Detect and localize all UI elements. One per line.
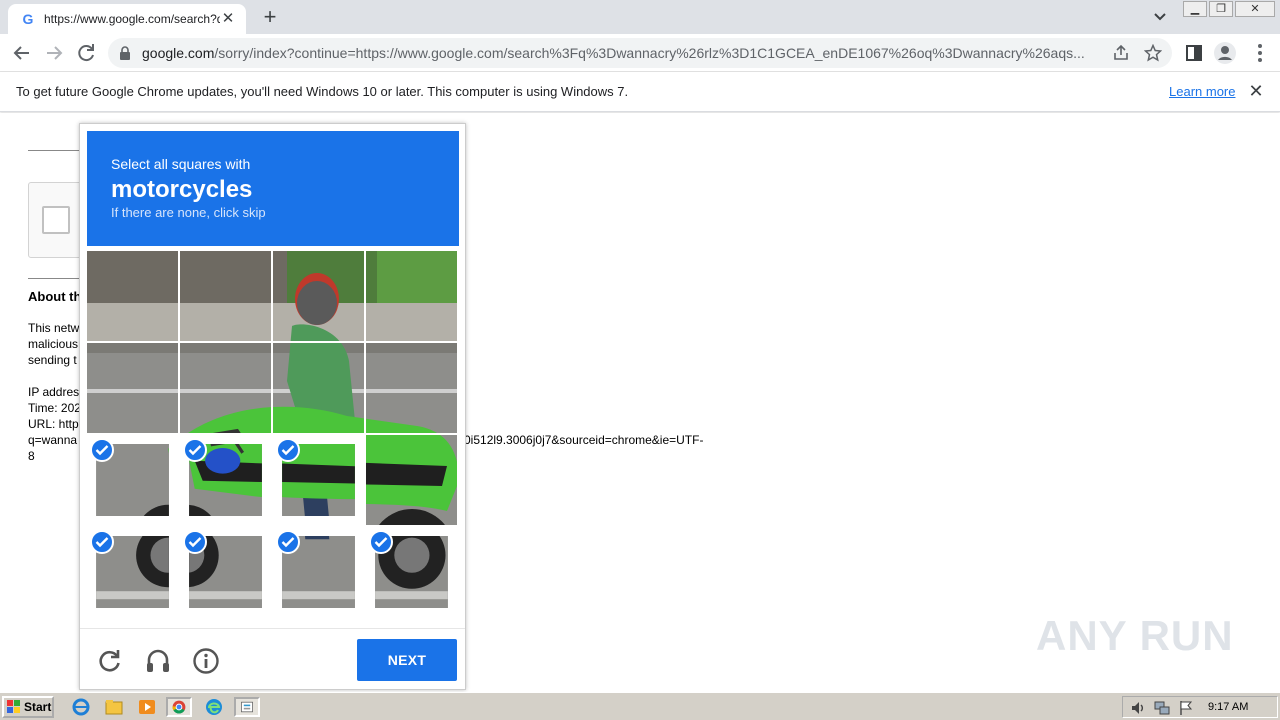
info-line: IP addres <box>28 385 80 399</box>
menu-kebab-icon[interactable] <box>1248 41 1272 65</box>
anyrun-watermark: ANY RUN <box>1036 612 1234 659</box>
tab-search-chevron-icon[interactable] <box>1150 8 1170 26</box>
google-favicon-icon: G <box>22 11 34 27</box>
reload-challenge-icon[interactable] <box>96 647 124 675</box>
selected-check-icon <box>369 530 393 554</box>
bookmark-star-icon[interactable] <box>1144 44 1162 62</box>
selected-check-icon <box>276 530 300 554</box>
captcha-tile[interactable] <box>180 251 271 341</box>
recaptcha-checkbox[interactable] <box>42 206 70 234</box>
captcha-tile[interactable] <box>366 527 457 617</box>
captcha-header: Select all squares with motorcycles If t… <box>87 131 459 246</box>
about-heading: About th <box>28 289 82 304</box>
info-line: Time: 202 <box>28 401 81 415</box>
browser-toolbar: google.com/sorry/index?continue=https://… <box>0 34 1280 72</box>
info-line: This netw <box>28 321 80 335</box>
captcha-tile[interactable] <box>87 343 178 433</box>
chrome-icon[interactable] <box>166 697 192 717</box>
forward-arrow-icon[interactable] <box>42 41 66 65</box>
media-player-icon[interactable] <box>134 697 160 717</box>
minimize-button[interactable]: ▁ <box>1183 1 1207 17</box>
edge-icon[interactable] <box>201 697 227 717</box>
system-tray <box>1122 696 1278 718</box>
info-line: q=wanna <box>28 433 78 447</box>
next-button[interactable]: NEXT <box>357 639 457 681</box>
tab-close-icon[interactable]: ✕ <box>220 11 236 27</box>
captcha-tile[interactable] <box>273 343 364 433</box>
back-arrow-icon[interactable] <box>10 41 34 65</box>
infobar-message: To get future Google Chrome updates, you… <box>16 84 629 99</box>
selected-check-icon <box>90 438 114 462</box>
learn-more-link[interactable]: Learn more <box>1169 84 1235 99</box>
volume-icon[interactable] <box>1129 699 1147 717</box>
side-panel-icon[interactable] <box>1182 41 1206 65</box>
info-line: URL: http <box>28 417 79 431</box>
start-label: Start <box>24 700 52 714</box>
network-icon[interactable] <box>1153 699 1171 717</box>
url-text[interactable]: google.com/sorry/index?continue=https://… <box>142 45 1102 61</box>
captcha-tile[interactable] <box>180 343 271 433</box>
captcha-tile[interactable] <box>273 435 364 525</box>
audio-challenge-icon[interactable] <box>144 647 172 675</box>
action-center-flag-icon[interactable] <box>1177 699 1195 717</box>
captcha-hint: If there are none, click skip <box>111 205 266 220</box>
close-window-button[interactable]: ✕ <box>1235 1 1275 17</box>
windows-flag-icon <box>7 700 20 713</box>
tab-title: https://www.google.com/search?q= <box>44 12 220 26</box>
profile-avatar-icon[interactable] <box>1213 41 1237 65</box>
selected-check-icon <box>183 530 207 554</box>
captcha-tile[interactable] <box>366 251 457 341</box>
update-infobar: To get future Google Chrome updates, you… <box>0 72 1280 112</box>
selected-check-icon <box>276 438 300 462</box>
captcha-tile[interactable] <box>180 527 271 617</box>
new-tab-button[interactable]: + <box>258 6 282 28</box>
info-line: 8 <box>28 449 35 463</box>
url-tail-text: 0i512l9.3006j0j7&sourceid=chrome&ie=UTF- <box>464 433 704 447</box>
captcha-tile[interactable] <box>87 251 178 341</box>
file-explorer-icon[interactable] <box>101 697 127 717</box>
selected-check-icon <box>183 438 207 462</box>
captcha-tile[interactable] <box>366 435 457 525</box>
tab-google-search[interactable]: G https://www.google.com/search?q= ✕ <box>8 4 246 34</box>
taskbar-clock: 9:17 AM <box>1208 701 1249 713</box>
installer-window-icon[interactable] <box>234 697 260 717</box>
captcha-footer: NEXT <box>80 628 465 690</box>
captcha-target: motorcycles <box>111 176 253 203</box>
captcha-challenge: Select all squares with motorcycles If t… <box>79 123 466 690</box>
captcha-tile[interactable] <box>273 251 364 341</box>
share-icon[interactable] <box>1112 44 1130 62</box>
captcha-image-grid <box>87 251 459 621</box>
selected-check-icon <box>90 530 114 554</box>
internet-explorer-icon[interactable] <box>68 697 94 717</box>
infobar-close-icon[interactable]: ✕ <box>1248 82 1264 100</box>
info-line: sending t <box>28 353 77 367</box>
windows-taskbar: Start 9:17 AM <box>0 692 1280 720</box>
captcha-tile[interactable] <box>87 435 178 525</box>
captcha-tile[interactable] <box>180 435 271 525</box>
address-bar[interactable]: google.com/sorry/index?continue=https://… <box>108 38 1172 68</box>
captcha-tile[interactable] <box>273 527 364 617</box>
start-button[interactable]: Start <box>2 696 54 718</box>
captcha-tile[interactable] <box>87 527 178 617</box>
reload-icon[interactable] <box>74 41 98 65</box>
maximize-button[interactable]: ❐ <box>1209 1 1233 17</box>
captcha-tile[interactable] <box>366 343 457 433</box>
info-icon[interactable] <box>192 647 220 675</box>
lock-icon[interactable] <box>118 45 132 61</box>
info-line: malicious <box>28 337 79 351</box>
captcha-instruction: Select all squares with <box>111 156 251 172</box>
tab-strip: G https://www.google.com/search?q= ✕ + ▁… <box>0 0 1280 34</box>
